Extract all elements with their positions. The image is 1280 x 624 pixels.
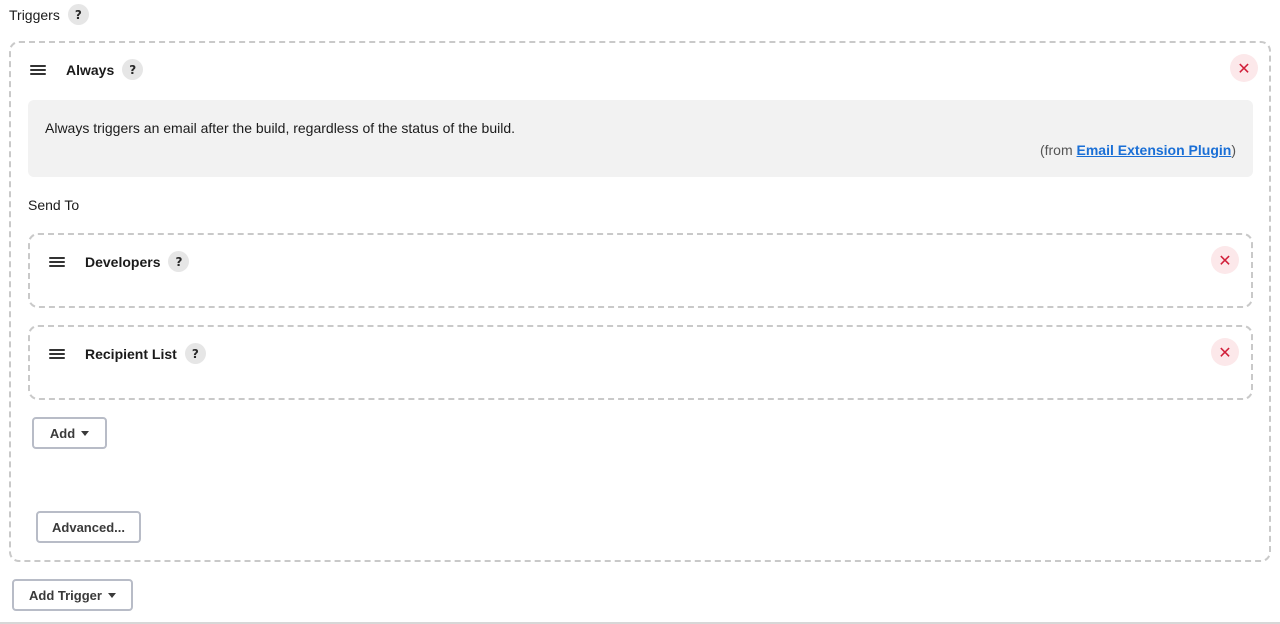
triggers-label: Triggers [9, 6, 60, 23]
recipient-card-recipient-list: Recipient List ? ✕ [28, 325, 1253, 400]
plugin-source-prefix: (from [1039, 142, 1077, 158]
delete-always-trigger-button[interactable]: ✕ [1230, 54, 1258, 82]
chevron-down-icon [107, 592, 116, 598]
add-trigger-label: Add Trigger [29, 587, 102, 603]
drag-handle-icon[interactable] [49, 349, 65, 359]
triggers-help-icon[interactable]: ? [67, 4, 89, 25]
add-recipient-button[interactable]: Add [32, 417, 107, 449]
always-title-row: Always ? [66, 59, 144, 80]
add-trigger-button[interactable]: Add Trigger [12, 579, 133, 611]
delete-developers-button[interactable]: ✕ [1211, 246, 1239, 274]
developers-help-icon[interactable]: ? [168, 251, 190, 272]
always-title: Always [66, 61, 115, 78]
email-extension-plugin-link[interactable]: Email Extension Plugin [1077, 142, 1232, 158]
recipient-card-developers: Developers ? ✕ [28, 233, 1253, 308]
always-description: Always triggers an email after the build… [45, 120, 516, 136]
advanced-button[interactable]: Advanced... [36, 511, 141, 543]
recipient-list-title-row: Recipient List ? [85, 343, 206, 364]
add-recipient-label: Add [49, 425, 76, 441]
drag-handle-icon[interactable] [49, 257, 65, 267]
delete-recipient-list-button[interactable]: ✕ [1211, 338, 1239, 366]
developers-title: Developers [85, 253, 161, 270]
advanced-label: Advanced... [52, 519, 125, 535]
always-description-box: Always triggers an email after the build… [28, 100, 1253, 177]
always-help-icon[interactable]: ? [122, 59, 144, 80]
chevron-down-icon [81, 430, 90, 436]
plugin-source: (from Email Extension Plugin) [1040, 142, 1236, 158]
plugin-source-suffix: ) [1231, 142, 1236, 158]
drag-handle-icon[interactable] [30, 65, 46, 75]
recipient-list-help-icon[interactable]: ? [184, 343, 206, 364]
triggers-section-label: Triggers ? [9, 4, 89, 25]
developers-title-row: Developers ? [85, 251, 190, 272]
recipient-list-title: Recipient List [85, 345, 177, 362]
always-trigger-card: Always ? ✕ Always triggers an email afte… [9, 41, 1271, 562]
send-to-label: Send To [28, 197, 80, 213]
